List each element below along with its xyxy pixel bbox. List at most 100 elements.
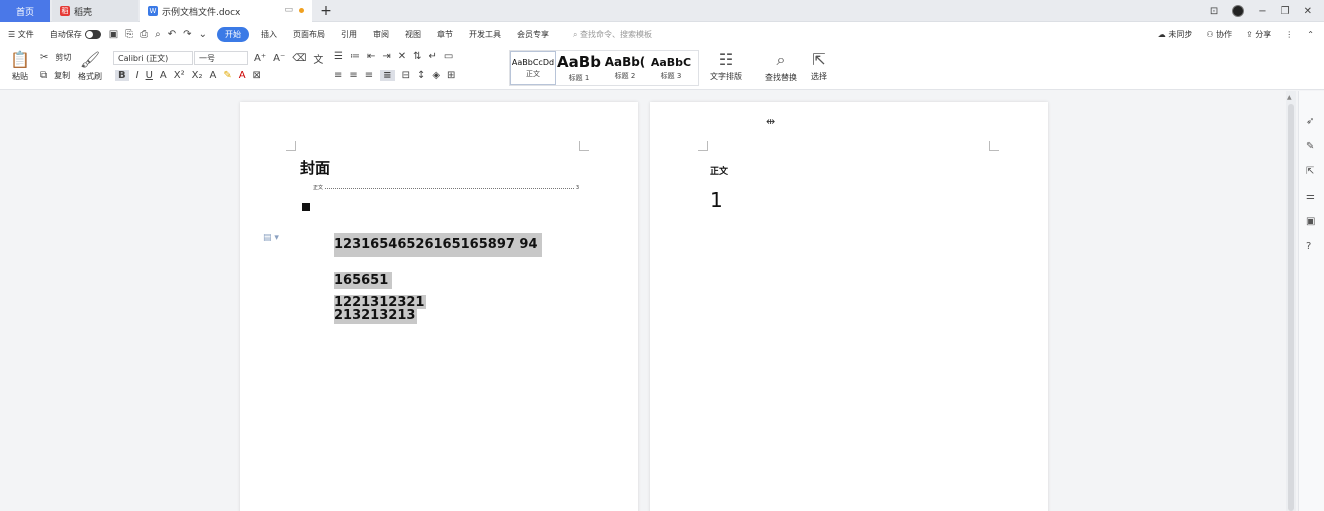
font-family-select[interactable]: Calibri (正文) [113, 51, 193, 65]
align-right-icon[interactable]: ≡ [365, 70, 373, 81]
title-tab-bar: 首页 稻 稻壳 W 示例文档文件.docx ▭ + ⊡ − ❐ ✕ [0, 0, 1324, 22]
collab-button[interactable]: ⚇ 协作 [1206, 29, 1232, 40]
highlight-icon[interactable]: ✎ [223, 70, 231, 81]
print-icon[interactable]: ⎙ [140, 29, 148, 40]
numbered-list-icon[interactable]: ≔ [350, 51, 360, 62]
layout-toggle-icon[interactable]: ⊡ [1210, 6, 1218, 17]
image-settings-icon[interactable]: ▣ [1306, 216, 1315, 227]
tab-monitor-icon[interactable]: ▭ [284, 5, 293, 15]
scroll-up-icon[interactable]: ▲ [1287, 94, 1292, 101]
rocket-icon[interactable]: ➶ [1306, 116, 1314, 127]
paste-button[interactable]: 📋 粘贴 [10, 50, 30, 82]
tab-page-layout[interactable]: 页面布局 [285, 29, 333, 40]
ruler-icon[interactable]: ▭ [444, 51, 453, 62]
format-painter-button[interactable]: 🖌 格式刷 [78, 50, 102, 82]
bold-icon[interactable]: B [115, 70, 129, 81]
shading-icon[interactable]: ◈ [432, 70, 440, 81]
tab-document[interactable]: W 示例文档文件.docx ▭ [140, 0, 312, 22]
tab-member[interactable]: 会员专享 [509, 29, 557, 40]
distribute-icon[interactable]: ⊟ [402, 70, 410, 81]
toc-entry[interactable]: 正文 3 [313, 184, 579, 192]
style-heading3[interactable]: AaBbC 标题 3 [648, 51, 694, 85]
phonetic-icon[interactable]: 文 [313, 51, 323, 66]
tab-home[interactable]: 首页 [0, 0, 50, 22]
show-marks-icon[interactable]: ↵ [429, 51, 437, 62]
selected-text-line[interactable]: 213213213 [334, 309, 418, 324]
share-button[interactable]: ⇪ 分享 [1246, 29, 1271, 40]
decrease-indent-icon[interactable]: ⇤ [367, 51, 375, 62]
help-icon[interactable]: ? [1306, 241, 1311, 252]
paragraph-options-icon[interactable]: ▤ ▾ [263, 233, 279, 243]
save-icon[interactable]: ▣ [109, 29, 118, 40]
pointer-icon[interactable]: ⇱ [1306, 166, 1314, 177]
select-button[interactable]: ⇱ 选择 [811, 50, 827, 82]
restore-button[interactable]: ❐ [1281, 6, 1290, 17]
superscript-icon[interactable]: X² [174, 70, 185, 81]
increase-indent-icon[interactable]: ⇥ [382, 51, 390, 62]
grow-font-icon[interactable]: A⁺ [254, 53, 266, 64]
bullet-list-icon[interactable]: ☰ [334, 51, 343, 62]
char-border-icon[interactable]: ⊠ [253, 70, 261, 81]
print-preview-icon[interactable]: ⌕ [155, 29, 161, 40]
more-menu-icon[interactable]: ⋮ [1285, 30, 1293, 39]
avatar[interactable] [1232, 5, 1245, 17]
style-heading3-sample: AaBbC [650, 55, 692, 69]
document-page-1[interactable]: 封面 正文 3 ▤ ▾ 12316546526165165897 94 1656… [240, 102, 638, 511]
subscript-icon[interactable]: X₂ [192, 70, 203, 81]
cut-button[interactable]: ✂ 剪切 [40, 52, 71, 63]
selected-text-line[interactable]: 12316546526165165897 94 [334, 233, 542, 257]
justify-icon[interactable]: ≡ [380, 70, 395, 81]
sync-button[interactable]: ☁ 未同步 [1158, 29, 1193, 40]
text-layout-button[interactable]: ☷ 文字排版 [710, 50, 742, 82]
line-spacing-icon[interactable]: ↕ [417, 70, 425, 81]
text-effect-icon[interactable]: A [209, 70, 216, 81]
file-menu[interactable]: ☰ 文件 [0, 29, 42, 40]
tab-developer[interactable]: 开发工具 [461, 29, 509, 40]
underline-icon[interactable]: U [146, 70, 153, 81]
align-center-icon[interactable]: ≡ [349, 70, 357, 81]
align-left-icon[interactable]: ≡ [334, 70, 342, 81]
font-color-icon[interactable]: A [239, 70, 246, 81]
tab-references[interactable]: 引用 [333, 29, 365, 40]
new-tab-button[interactable]: + [318, 0, 334, 22]
minimize-button[interactable]: − [1258, 6, 1266, 17]
pen-icon[interactable]: ✎ [1306, 141, 1314, 152]
document-page-2[interactable]: ⇹ 正文 1 [650, 102, 1048, 511]
find-replace-button[interactable]: ⌕ 查找替换 [765, 50, 797, 83]
chinese-layout-icon[interactable]: ✕ [398, 51, 406, 62]
tab-view[interactable]: 视图 [397, 29, 429, 40]
page-gap-toggle-icon[interactable]: ⇹ [766, 115, 775, 128]
tab-daoke[interactable]: 稻 稻壳 [52, 0, 138, 22]
selected-text-line[interactable]: 1221312321 [334, 295, 427, 309]
sliders-icon[interactable]: ⚌ [1306, 191, 1315, 202]
export-pdf-icon[interactable]: ⎘ [125, 29, 133, 40]
close-button[interactable]: ✕ [1304, 6, 1312, 17]
share-label: 分享 [1255, 29, 1272, 39]
tab-insert[interactable]: 插入 [253, 29, 285, 40]
autosave-toggle[interactable] [84, 29, 101, 39]
collapse-ribbon-icon[interactable]: ⌃ [1307, 30, 1314, 39]
sort-icon[interactable]: ⇅ [413, 51, 421, 62]
tab-start[interactable]: 开始 [216, 26, 249, 42]
redo-icon[interactable]: ↷ [183, 29, 191, 40]
font-size-select[interactable]: 一号 [194, 51, 248, 65]
style-heading1[interactable]: AaBb 标题 1 [556, 51, 602, 85]
scrollbar-thumb[interactable] [1288, 104, 1294, 511]
tab-sections[interactable]: 章节 [429, 29, 461, 40]
style-normal[interactable]: AaBbCcDd 正文 [510, 51, 556, 85]
document-canvas[interactable]: 封面 正文 3 ▤ ▾ 12316546526165165897 94 1656… [0, 91, 1324, 511]
customize-chevron-down-icon[interactable]: ⌄ [199, 29, 207, 40]
copy-button[interactable]: ⧉ 复制 [40, 70, 70, 81]
style-heading2[interactable]: AaBb( 标题 2 [602, 51, 648, 85]
collab-label: 协作 [1216, 29, 1233, 39]
tab-review[interactable]: 审阅 [365, 29, 397, 40]
command-search-input[interactable]: ⌕ 查找命令、搜索模板 [573, 29, 652, 40]
strikethrough-icon[interactable]: A [160, 70, 167, 81]
selected-text-line[interactable]: 165651 [334, 272, 393, 289]
clear-format-icon[interactable]: ⌫ [292, 53, 306, 64]
shrink-font-icon[interactable]: A⁻ [273, 53, 285, 64]
italic-icon[interactable]: I [136, 70, 139, 81]
borders-icon[interactable]: ⊞ [447, 70, 455, 81]
undo-icon[interactable]: ↶ [168, 29, 176, 40]
cloud-icon: ☁ [1157, 29, 1166, 39]
